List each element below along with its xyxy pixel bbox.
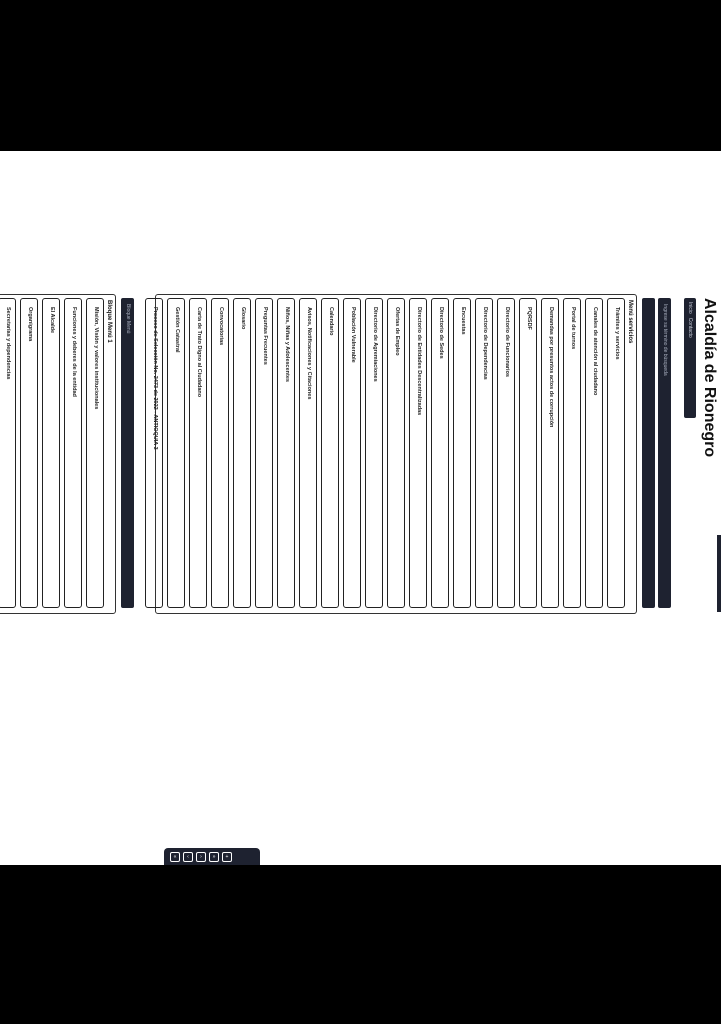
first-page-icon[interactable]: « [170,851,180,862]
menu-item[interactable]: Niños, Niñas y Adolescentes [277,298,295,608]
search-bar[interactable]: Ingrese su término de búsqueda [658,298,671,608]
menu-item[interactable]: PQRSDF [519,298,537,608]
menu-item[interactable]: Demandas por presuntos actos de corrupci… [541,298,559,608]
menu-item[interactable]: Convocatorias [211,298,229,608]
menu-item[interactable]: Portal de turnos [563,298,581,608]
thumbnail-controls: « ‹ › » + [164,848,260,865]
services-menu: Menú servicios Trámites y servicios Cana… [141,298,635,608]
menu-item[interactable]: Trámites y servicios [607,298,625,608]
last-page-icon[interactable]: » [209,851,219,862]
menu-item[interactable]: Canales de atención al ciudadano [585,298,603,608]
menu-item[interactable]: Avisos, Notificaciones y Citaciones [299,298,317,608]
menu-item[interactable]: Encuestas [453,298,471,608]
menu-item[interactable]: Proceso de Selección No. 2473 de 2022 - … [145,298,163,608]
top-button-1[interactable]: Inicio [687,302,693,314]
zoom-icon[interactable]: + [222,851,232,862]
menu-item[interactable]: El Alcalde [42,298,60,608]
block-menu: Bloque Menú 1 Misión, Visión y valores i… [0,298,114,608]
top-button-2[interactable]: Contacto [687,318,693,338]
menu-item[interactable]: Calendario [321,298,339,608]
prev-page-icon[interactable]: ‹ [183,851,193,862]
next-page-icon[interactable]: › [196,851,206,862]
search-bar-secondary[interactable] [642,298,655,608]
menu-item[interactable]: Directorio de Agremiaciones [365,298,383,608]
services-menu-heading[interactable]: Menú servicios [625,298,635,608]
menu-item[interactable]: Gestión Catastral [167,298,185,608]
menu-item[interactable]: Directorio de Dependencias [475,298,493,608]
side-tab[interactable] [717,535,721,612]
menu-item[interactable]: Ofertas de Empleo [387,298,405,608]
menu-item[interactable]: Directorio de Sedes [431,298,449,608]
menu-item[interactable]: Organigrama [20,298,38,608]
menu-item[interactable]: Directorio de Entidades Descentralizadas [409,298,427,608]
menu-item[interactable]: Carta de Trato Digno al Ciudadano [189,298,207,608]
block-menu-bar[interactable]: Bloque Menú [121,298,134,608]
menu-item[interactable]: Secretarías y dependencias [0,298,16,608]
block-menu-bar-label: Bloque Menú [125,304,131,334]
menu-item[interactable]: Directorio de Funcionarios [497,298,515,608]
menu-item[interactable]: Preguntas Frecuentes [255,298,273,608]
menu-item[interactable]: Misión, Visión y valores institucionales [86,298,104,608]
site-title: Alcaldía de Rionegro [701,298,718,458]
page-canvas: Alcaldía de Rionegro Inicio Contacto Ing… [0,151,721,865]
search-label: Ingrese su término de búsqueda [662,304,668,376]
menu-item[interactable]: Glosario [233,298,251,608]
top-button-bar: Inicio Contacto [684,298,696,418]
menu-item[interactable]: Funciones y deberes de la entidad [64,298,82,608]
menu-item[interactable]: Población Vulnerable [343,298,361,608]
rotated-content: Alcaldía de Rionegro Inicio Contacto Ing… [0,151,721,865]
block-menu-heading[interactable]: Bloque Menú 1 [104,298,114,608]
